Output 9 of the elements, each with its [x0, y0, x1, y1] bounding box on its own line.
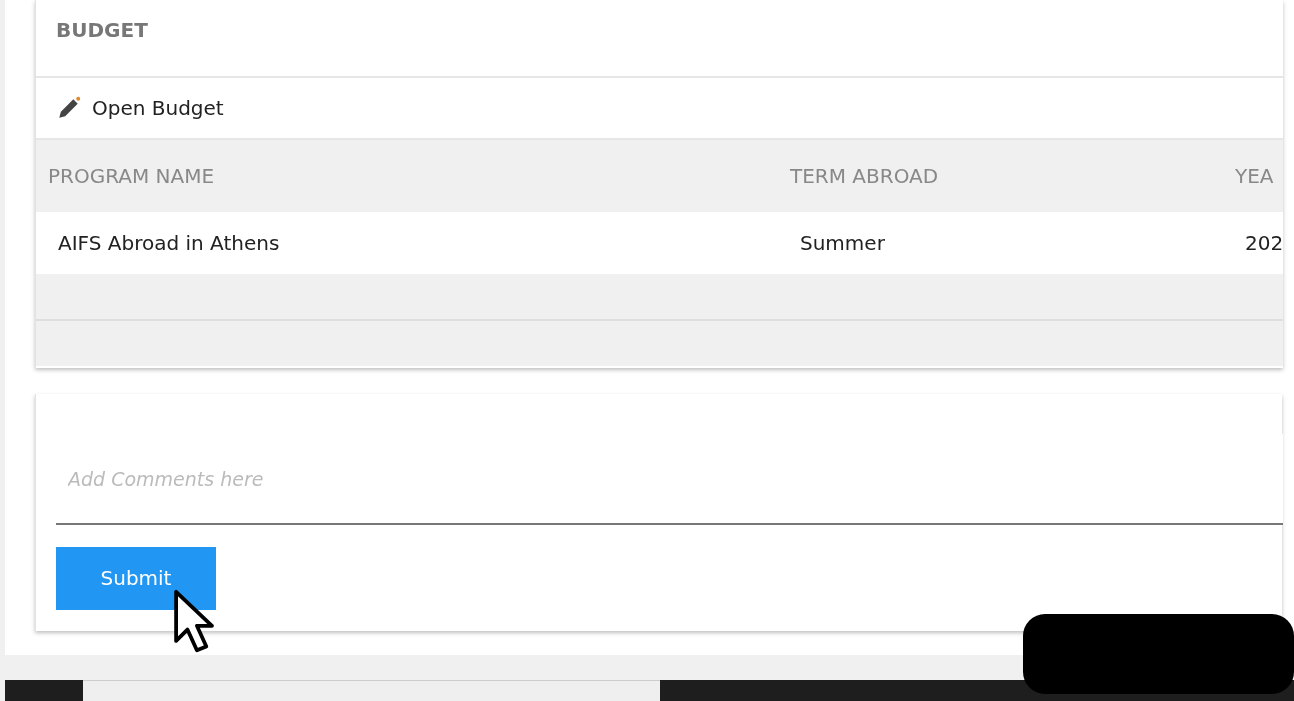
column-header: TERM ABROAD: [789, 164, 940, 188]
table-cell-text: AIFS Abroad in Athens: [57, 231, 281, 255]
table-cell-text: 202: [1244, 231, 1283, 255]
card-title: BUDGET: [56, 18, 148, 42]
column-header: YEA: [1234, 164, 1275, 188]
table-cell-text: Summer: [799, 231, 886, 255]
column-header: PROGRAM NAME: [47, 164, 216, 188]
pencil-icon: [56, 95, 82, 121]
open-budget-link[interactable]: Open Budget: [56, 95, 224, 121]
